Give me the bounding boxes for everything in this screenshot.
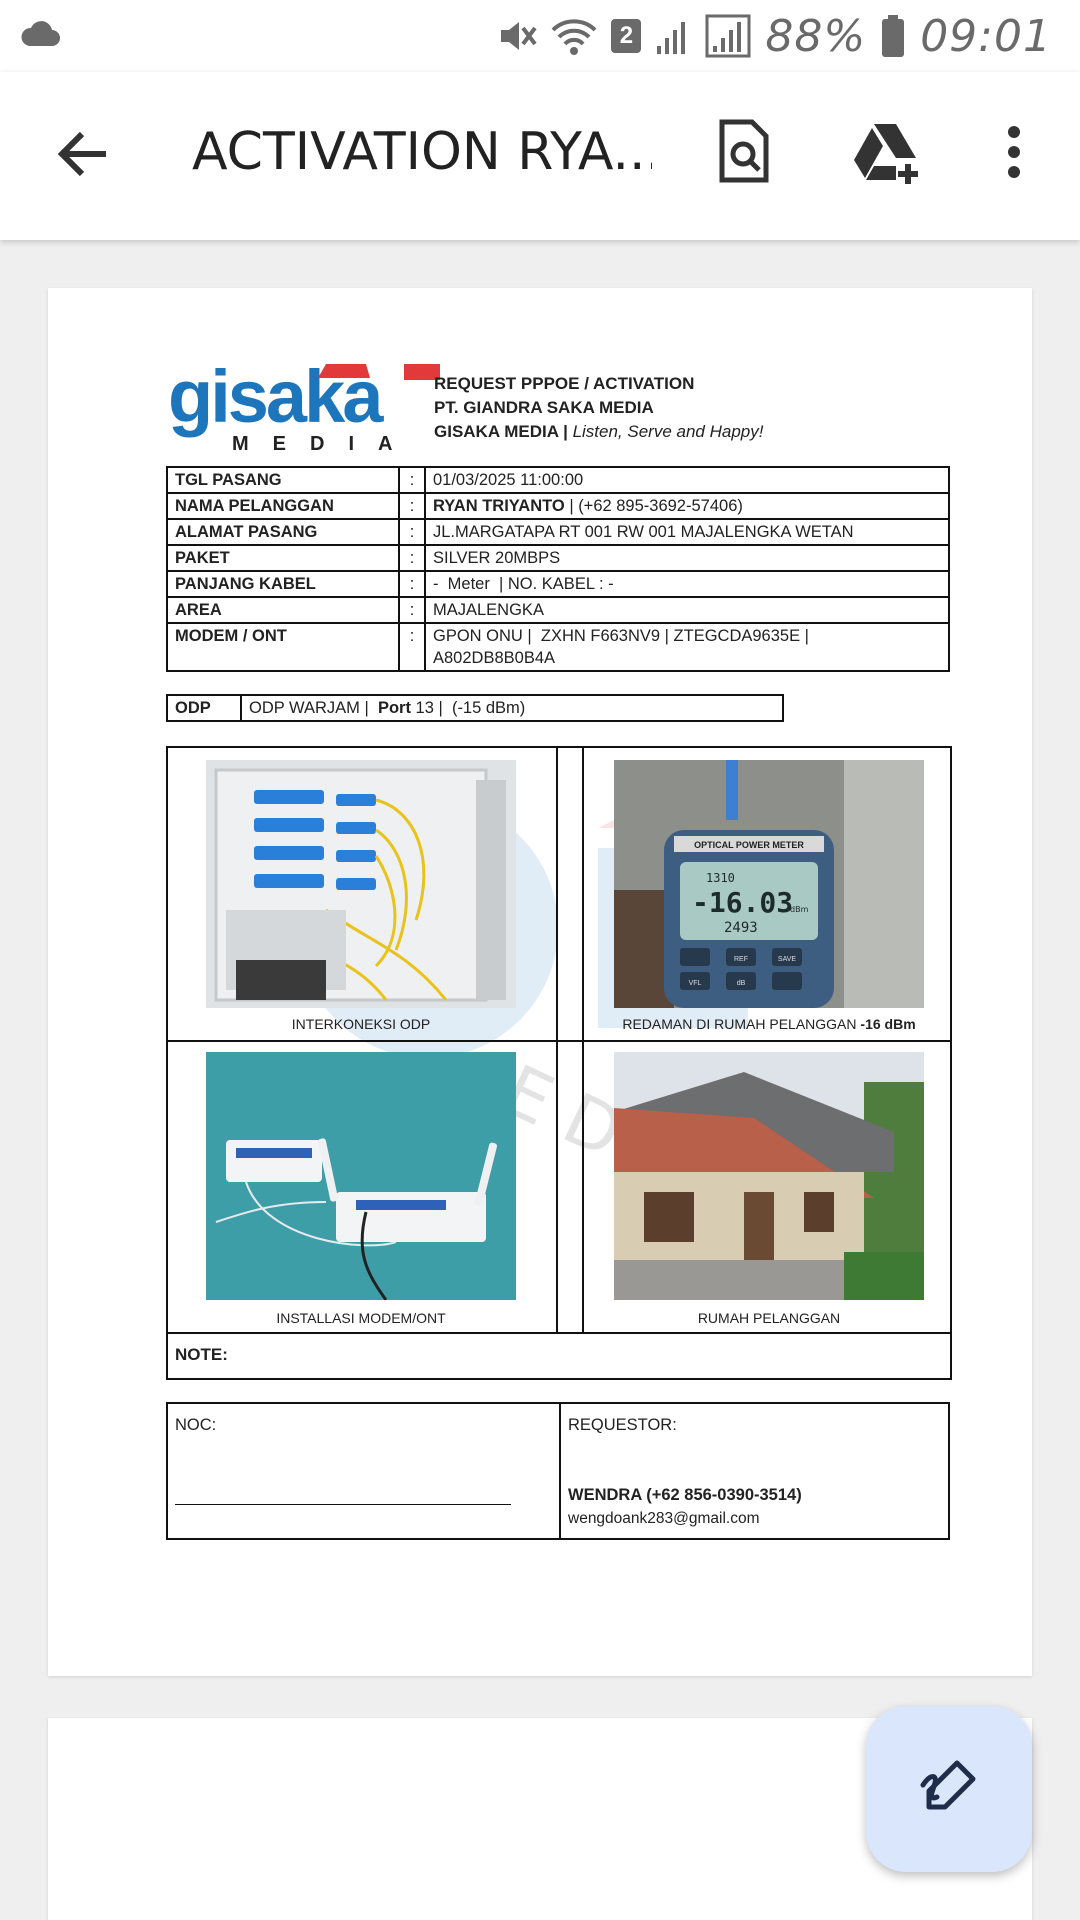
signature-table: NOC: REQUESTOR: WENDRA (+62 856-0390-351… <box>166 1402 950 1540</box>
customer-name: RYAN TRIYANTO <box>433 497 565 515</box>
row-key: NAMA PELANGGAN <box>166 492 400 520</box>
photo-caption: RUMAH PELANGGAN <box>697 1310 841 1326</box>
table-row: AREA : MAJALENGKA <box>166 596 950 624</box>
document-header: REQUEST PPPOE / ACTIVATION PT. GIANDRA S… <box>434 372 763 444</box>
caption-value: -16 dBm <box>860 1016 916 1032</box>
photo-grid: INTERKONEKSI ODP OPTICAL POWER METER 131… <box>166 746 952 1334</box>
meter-button-label: VFL <box>689 980 702 987</box>
wifi-icon <box>551 16 597 56</box>
odp-table: ODP ODP WARJAM | Port 13 | (-15 dBm) <box>166 694 784 722</box>
meter-secondary: 2493 <box>724 920 758 936</box>
photo-odp <box>206 760 516 1008</box>
row-value: 01/03/2025 11:00:00 <box>424 466 950 494</box>
back-arrow-icon[interactable] <box>52 122 116 186</box>
app-bar: ACTIVATION RYA... <box>0 72 1080 240</box>
odp-value: ODP WARJAM | Port 13 | (-15 dBm) <box>240 694 784 722</box>
meter-wavelength: 1310 <box>706 871 735 885</box>
meter-reading: -16.03 <box>692 886 793 919</box>
row-key: MODEM / ONT <box>166 622 400 672</box>
clock: 09:01 <box>920 10 1052 62</box>
row-sep: : <box>398 596 426 624</box>
table-row: MODEM / ONT : GPON ONU | ZXHN F663NV9 | … <box>166 622 950 672</box>
row-key: TGL PASANG <box>166 466 400 494</box>
table-row: PANJANG KABEL : - Meter | NO. KABEL : - <box>166 570 950 598</box>
tagline: Listen, Serve and Happy! <box>572 422 764 441</box>
photo-caption: INTERKONEKSI ODP <box>291 1016 431 1032</box>
battery-percent: 88% <box>765 10 867 62</box>
row-key: AREA <box>166 596 400 624</box>
row-key: ALAMAT PASANG <box>166 518 400 546</box>
table-row: TGL PASANG : 01/03/2025 11:00:00 <box>166 466 950 494</box>
row-sep: : <box>398 622 426 672</box>
mute-icon <box>497 16 537 56</box>
drive-add-icon[interactable] <box>852 118 924 191</box>
photo-caption: INSTALLASI MODEM/ONT <box>276 1310 446 1326</box>
modem-line2: A802DB8B0B4A <box>433 649 556 667</box>
separator: | <box>558 422 573 441</box>
divider <box>168 1040 950 1042</box>
cloud-icon <box>20 20 60 53</box>
header-title: REQUEST PPPOE / ACTIVATION <box>434 374 695 393</box>
row-value: RYAN TRIYANTO | (+62 895-3692-57406) <box>424 492 950 520</box>
row-key: PAKET <box>166 544 400 572</box>
meter-unit: dBm <box>790 905 809 914</box>
meter-button-label: dB <box>737 980 746 987</box>
row-value: MAJALENGKA <box>424 596 950 624</box>
noc-label: NOC: <box>175 1416 217 1434</box>
photo-power-meter: OPTICAL POWER METER 1310 -16.03 dBm 2493… <box>614 760 924 1008</box>
svg-text:MEDIA: MEDIA <box>232 433 416 452</box>
note-label: NOTE: <box>175 1345 228 1364</box>
divider <box>559 1404 561 1538</box>
row-key: PANJANG KABEL <box>166 570 400 598</box>
row-value: SILVER 20MBPS <box>424 544 950 572</box>
row-sep: : <box>398 570 426 598</box>
edit-fab-button[interactable] <box>866 1706 1032 1872</box>
photo-house <box>614 1052 924 1300</box>
signature-line <box>175 1504 511 1505</box>
odp-key: ODP <box>166 694 242 722</box>
photo-modem <box>206 1052 516 1300</box>
table-row: ALAMAT PASANG : JL.MARGATAPA RT 001 RW 0… <box>166 518 950 546</box>
odp-port-value: 13 | (-15 dBm) <box>410 699 526 717</box>
row-sep: : <box>398 544 426 572</box>
row-sep: : <box>398 466 426 494</box>
info-table: TGL PASANG : 01/03/2025 11:00:00 NAMA PE… <box>166 466 950 672</box>
row-value: JL.MARGATAPA RT 001 RW 001 MAJALENGKA WE… <box>424 518 950 546</box>
header-tagline: GISAKA MEDIA | Listen, Serve and Happy! <box>434 420 763 444</box>
meter-button-label: SAVE <box>778 956 796 963</box>
table-row: PAKET : SILVER 20MBPS <box>166 544 950 572</box>
caption-text: REDAMAN DI RUMAH PELANGGAN <box>622 1016 861 1032</box>
status-bar: 2 88% 09:01 <box>0 0 1080 72</box>
customer-phone: | (+62 895-3692-57406) <box>564 497 743 515</box>
requestor-label: REQUESTOR: <box>568 1416 677 1434</box>
modem-line1: GPON ONU | ZXHN F663NV9 | ZTEGCDA9635E | <box>433 627 809 645</box>
brand-name: GISAKA MEDIA <box>434 422 559 441</box>
signal-icon <box>655 16 691 56</box>
note-section: NOTE: <box>166 1334 952 1380</box>
row-value: - Meter | NO. KABEL : - <box>424 570 950 598</box>
header-company: PT. GIANDRA SAKA MEDIA <box>434 398 654 417</box>
edit-pen-icon <box>917 1755 981 1824</box>
table-row: NAMA PELANGGAN : RYAN TRIYANTO | (+62 89… <box>166 492 950 520</box>
document-search-icon[interactable] <box>716 118 772 191</box>
sim-badge: 2 <box>611 19 642 53</box>
row-sep: : <box>398 492 426 520</box>
pdf-content: E D gisaka MEDIA REQUEST PPPOE / ACTIVAT… <box>48 288 1032 1676</box>
battery-icon <box>880 14 906 58</box>
company-logo: gisaka MEDIA <box>168 355 468 455</box>
requestor-name: WENDRA (+62 856-0390-3514) <box>568 1486 802 1504</box>
meter-button-label: REF <box>734 956 748 963</box>
port-label: Port <box>377 699 411 717</box>
document-page[interactable]: E D gisaka MEDIA REQUEST PPPOE / ACTIVAT… <box>48 288 1032 1676</box>
row-value: GPON ONU | ZXHN F663NV9 | ZTEGCDA9635E |… <box>424 622 950 672</box>
meter-brand: OPTICAL POWER METER <box>694 840 804 850</box>
photo-caption: REDAMAN DI RUMAH PELANGGAN -16 dBm <box>574 1016 964 1032</box>
document-title: ACTIVATION RYA... <box>192 122 652 182</box>
more-vert-icon[interactable] <box>1000 118 1028 191</box>
requestor-email: wengdoank283@gmail.com <box>568 1510 760 1527</box>
row-sep: : <box>398 518 426 546</box>
odp-name: ODP WARJAM | <box>249 699 378 717</box>
table-row: ODP ODP WARJAM | Port 13 | (-15 dBm) <box>166 694 784 722</box>
signal-icon <box>705 14 751 58</box>
